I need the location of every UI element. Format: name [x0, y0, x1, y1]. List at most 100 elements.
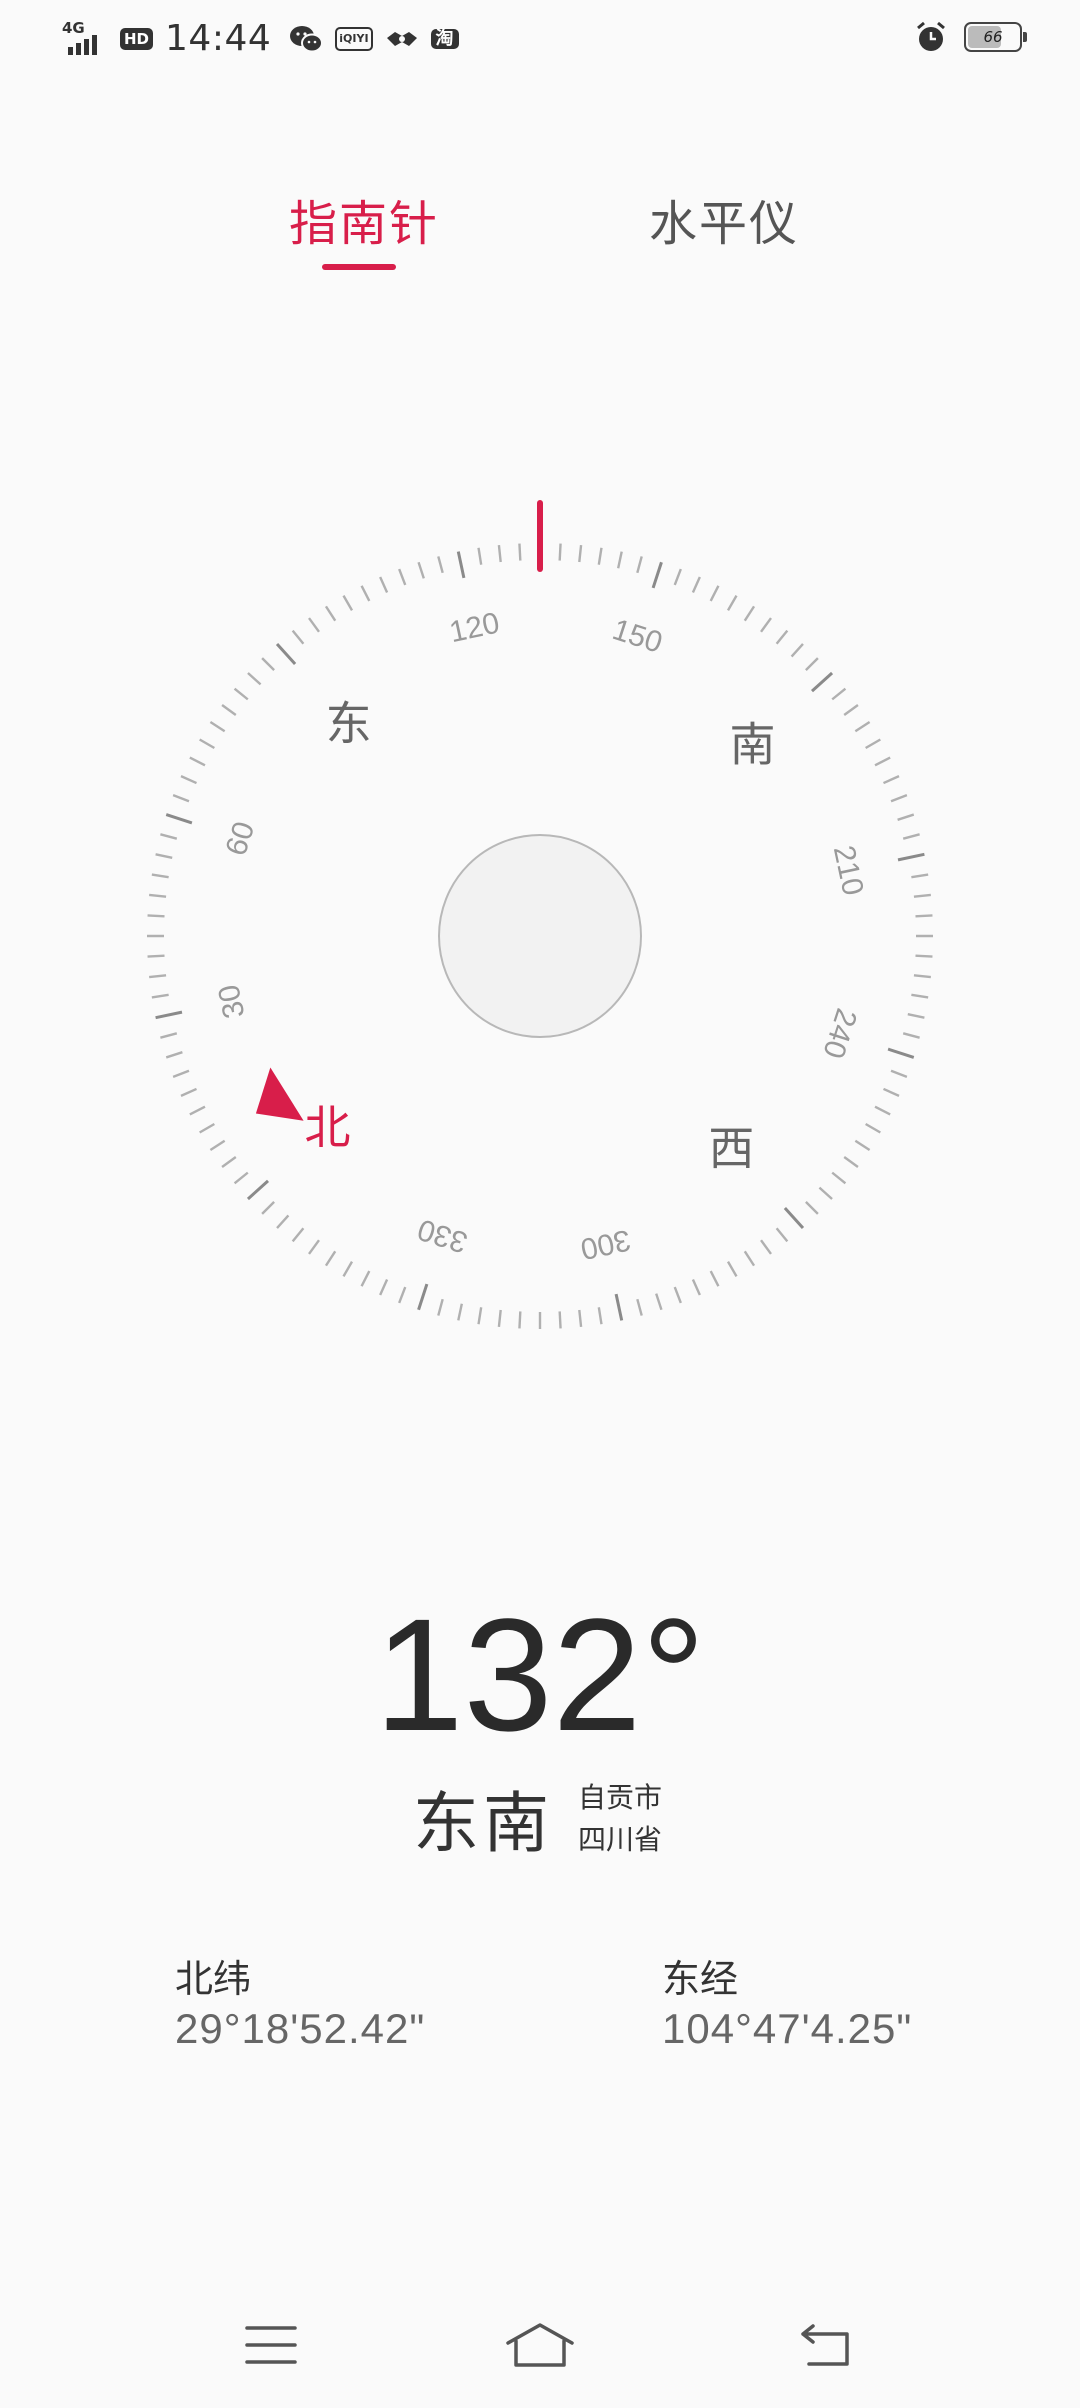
compass-tick	[147, 914, 165, 918]
compass-tick	[398, 1286, 407, 1304]
compass-tick	[477, 547, 483, 565]
compass-app: 4G HD 14:44 iQIYI 淘 66 指南针 水平仪 30 60 120…	[0, 0, 1080, 2408]
compass-tick	[636, 1298, 643, 1316]
compass-dial: 30 60 120 150 210 240 300 330 北 东 南西	[147, 500, 933, 1329]
back-button[interactable]	[785, 2310, 865, 2380]
compass-tick	[578, 1309, 583, 1327]
compass-tick	[189, 756, 206, 767]
compass-tick	[398, 568, 407, 586]
compass-tick	[221, 704, 237, 716]
compass-degree-label: 300	[578, 1223, 634, 1266]
compass-tick	[709, 1270, 720, 1287]
compass-tick	[558, 543, 562, 561]
compass-degree-label: 60	[220, 818, 262, 860]
compass-tick	[831, 687, 847, 701]
compass-tick	[155, 1010, 183, 1020]
compass-tick	[709, 585, 720, 602]
home-button[interactable]	[500, 2310, 580, 2380]
compass-tick	[209, 1139, 226, 1152]
compass-tick	[810, 671, 834, 693]
compass-tick	[324, 605, 337, 622]
compass-tick	[911, 993, 929, 999]
cardinal-east: 东	[326, 696, 372, 750]
compass-tick	[417, 1283, 429, 1311]
compass-tick	[261, 1201, 275, 1215]
compass-tick	[324, 1250, 337, 1267]
compass-tick	[275, 642, 297, 666]
compass-tick	[614, 1293, 624, 1321]
compass-tick	[691, 1279, 701, 1296]
compass-tick	[726, 1261, 738, 1277]
compass-tick	[843, 1156, 859, 1168]
longitude-label: 东经	[662, 1957, 739, 2001]
compass-tick	[874, 1105, 891, 1116]
menu-button[interactable]	[231, 2310, 311, 2380]
compass-tick	[308, 617, 320, 633]
compass-tick	[775, 629, 789, 645]
compass-tick	[915, 914, 933, 918]
compass-tick	[437, 1298, 444, 1316]
compass-tick	[477, 1307, 483, 1325]
compass-tick	[805, 1201, 819, 1215]
compass-tick	[199, 1122, 215, 1134]
compass-degree-label: 210	[827, 843, 870, 899]
compass-tick	[165, 1051, 183, 1059]
home-icon	[506, 2323, 574, 2367]
compass-tick	[913, 974, 931, 979]
compass-tick	[865, 738, 881, 750]
compass-tick	[760, 617, 772, 633]
compass-tick	[209, 720, 226, 733]
compass-tick	[379, 1279, 389, 1296]
compass-tick	[165, 813, 193, 825]
back-icon	[801, 2324, 849, 2366]
compass-tick	[233, 1171, 249, 1185]
compass-tick	[775, 1227, 789, 1243]
compass-tick	[673, 568, 682, 586]
compass-tick	[342, 1261, 354, 1277]
compass-tick	[180, 775, 197, 785]
compass-tick	[518, 543, 522, 561]
compass-degree-label: 330	[414, 1212, 472, 1259]
compass-tick	[691, 576, 701, 593]
compass-tick	[890, 1069, 908, 1078]
compass-tick	[151, 873, 169, 879]
compass-tick	[655, 1293, 663, 1311]
compass-tick	[151, 993, 169, 999]
compass-tick	[160, 1032, 178, 1039]
compass-tick	[578, 545, 583, 563]
compass-tick	[818, 1186, 833, 1200]
compass-tick	[636, 556, 643, 574]
compass-tick	[233, 687, 249, 701]
longitude-value: 104°47'4.25"	[662, 2005, 913, 2052]
compass-tick	[911, 873, 929, 879]
compass-tick	[783, 1206, 805, 1230]
compass-tick	[743, 1250, 756, 1267]
north-marker-icon	[255, 1067, 304, 1121]
cardinal-south: 南	[730, 718, 776, 772]
compass-tick	[246, 1179, 270, 1201]
compass-tick	[497, 545, 502, 563]
compass-tick	[172, 1069, 190, 1078]
compass-tick	[342, 595, 354, 611]
compass-tick	[221, 1156, 237, 1168]
compass-tick	[673, 1286, 682, 1304]
compass-degree-label: 30	[212, 982, 251, 1022]
compass-tick	[518, 1311, 522, 1329]
compass-tick	[854, 720, 871, 733]
compass-tick	[417, 561, 425, 579]
compass-tick	[907, 1013, 925, 1019]
compass-tick	[558, 1311, 562, 1329]
compass-tick	[247, 672, 262, 686]
compass-tick	[276, 1214, 290, 1229]
compass-tick	[379, 576, 389, 593]
menu-icon	[245, 2326, 297, 2364]
latitude-value: 29°18'52.42"	[175, 2005, 426, 2052]
compass-tick	[651, 561, 663, 589]
compass-tick	[437, 556, 444, 574]
compass-tick	[743, 605, 756, 622]
compass-tick	[805, 657, 819, 671]
compass-tick	[360, 585, 371, 602]
compass-tick	[854, 1139, 871, 1152]
compass-tick	[456, 551, 466, 579]
compass-tick	[902, 833, 920, 840]
